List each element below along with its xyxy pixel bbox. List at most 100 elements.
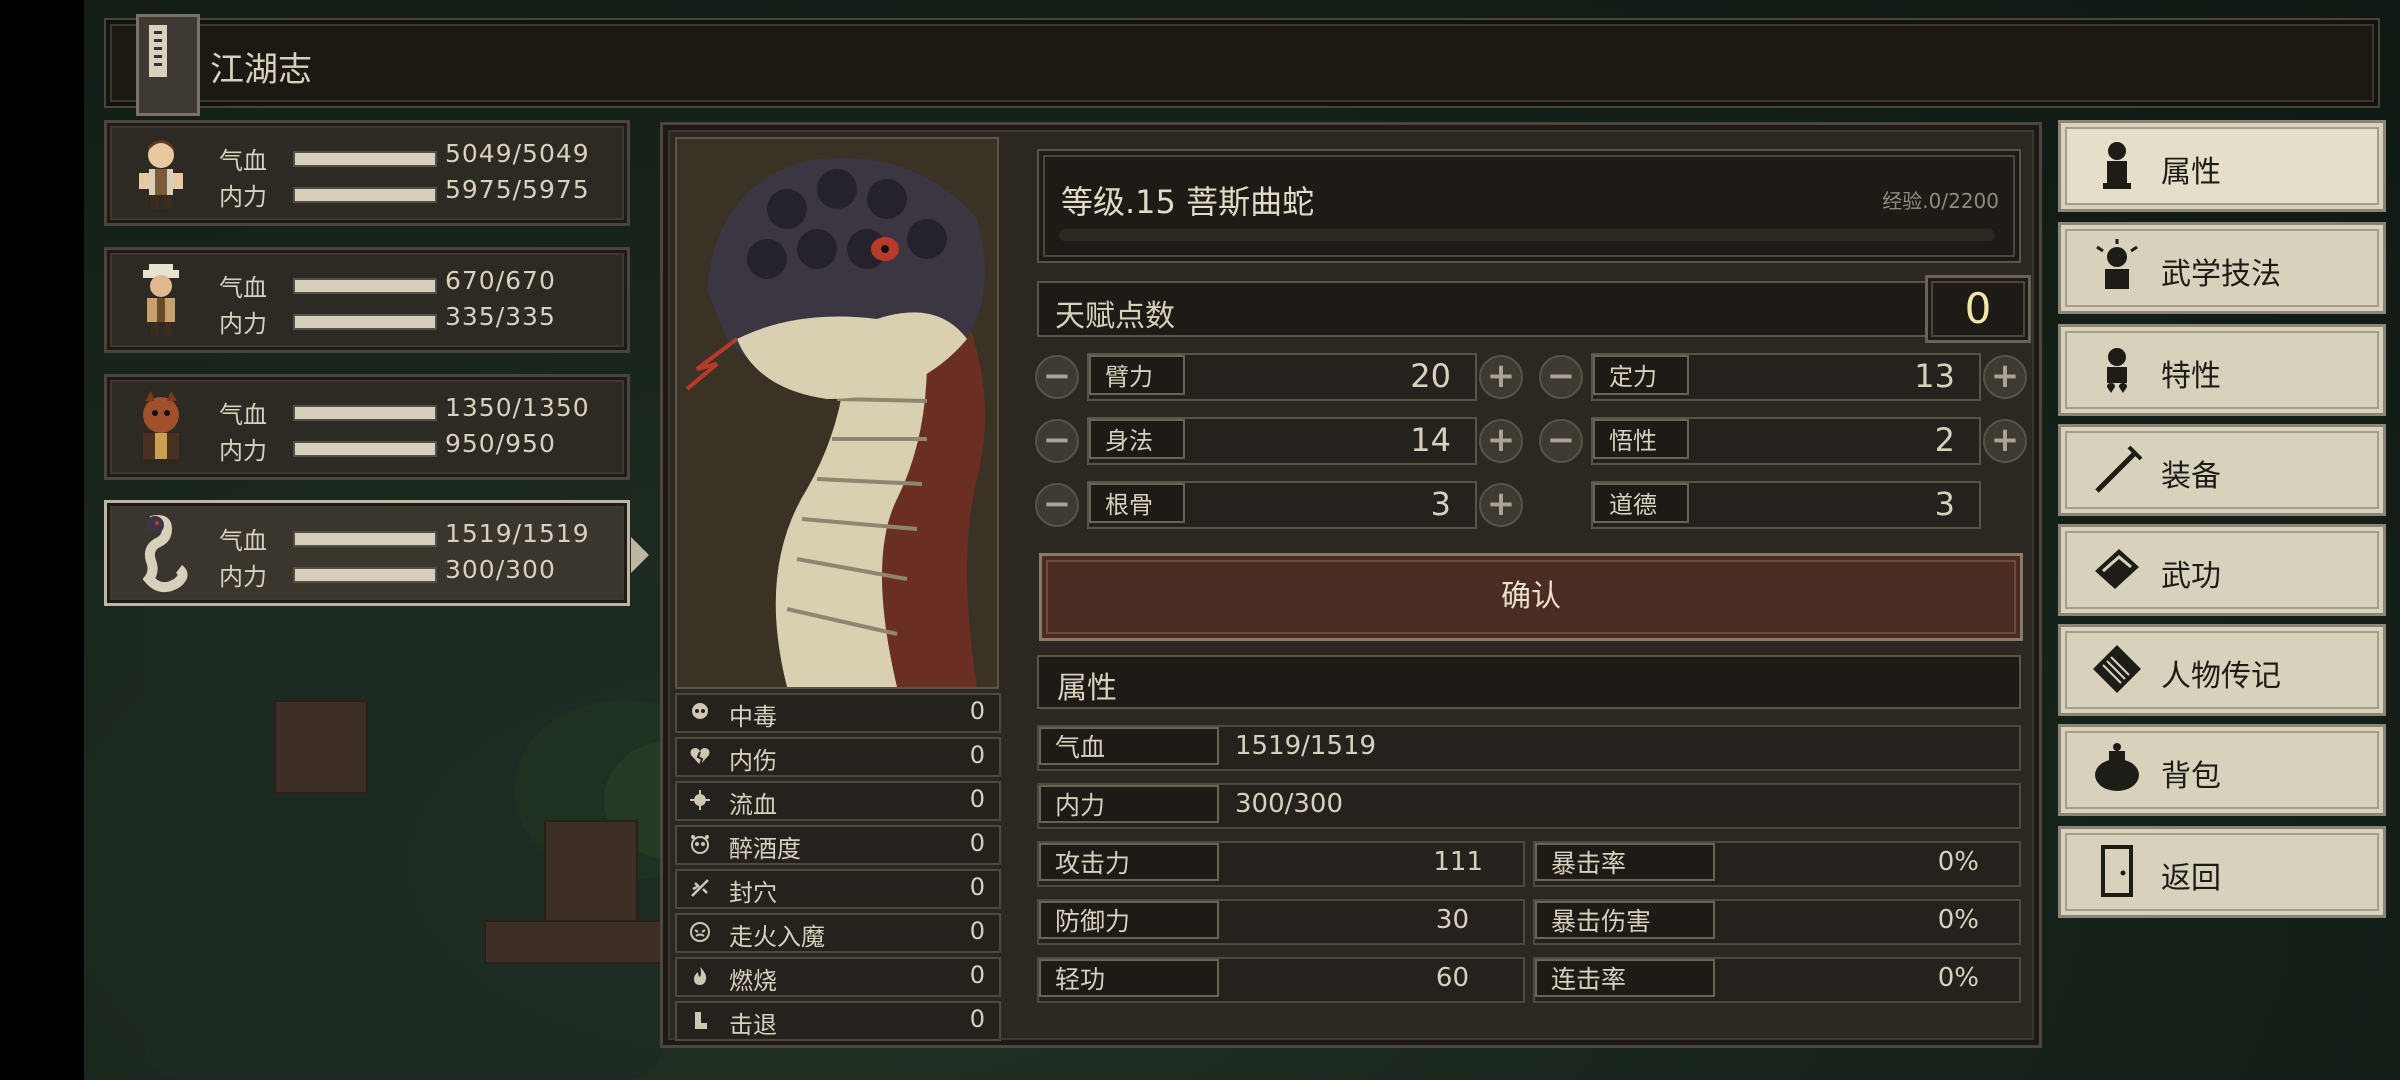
constitution-minus-button[interactable]: − [1035, 483, 1079, 527]
exp-bar [1059, 229, 1995, 241]
companion-avatar [143, 264, 179, 336]
status-value: 0 [969, 961, 985, 989]
attr-label: 道德 [1593, 483, 1689, 523]
mp-bar [293, 314, 437, 330]
focus-plus-button[interactable]: + [1983, 355, 2027, 399]
mp-label: 内力 [219, 437, 267, 465]
attr-row-label: 内力 [1039, 785, 1219, 823]
fire-icon [694, 967, 707, 985]
menu-equipment[interactable]: 装备 [2058, 424, 2386, 516]
menu-label: 人物传记 [2161, 659, 2281, 694]
constitution-plus-button[interactable]: + [1479, 483, 1523, 527]
hp-bar [293, 278, 437, 294]
confirm-button[interactable]: 确认 [1039, 553, 2023, 641]
attr-label: 身法 [1089, 419, 1185, 459]
trait-icon [2107, 348, 2127, 393]
menu-traits[interactable]: 特性 [2058, 324, 2386, 416]
talent-points-label: 天赋点数 [1055, 299, 1175, 334]
status-name: 流血 [729, 791, 777, 819]
status-value: 0 [969, 741, 985, 769]
insight-plus-button[interactable]: + [1983, 419, 2027, 463]
status-value: 0 [969, 873, 985, 901]
attr-row-value: 0% [1937, 963, 1979, 993]
attr-value: 20 [1410, 357, 1451, 395]
status-name: 击退 [729, 1011, 777, 1039]
broken-heart-icon [690, 748, 710, 766]
exp-text: 经验.0/2200 [1882, 189, 1999, 213]
attr-value: 13 [1914, 357, 1955, 395]
attr-label: 定力 [1593, 355, 1689, 395]
attr-value: 3 [1430, 485, 1451, 523]
blood-icon [690, 790, 710, 810]
status-row-knockback: 击退 0 [675, 1001, 1001, 1041]
menu-bag[interactable]: 背包 [2058, 724, 2386, 816]
biography-icon [2093, 645, 2141, 693]
status-row-internal-injury: 内伤 0 [675, 737, 1001, 777]
attr-row-combo-rate: 连击率 0% [1533, 957, 2021, 1003]
status-row-burning: 燃烧 0 [675, 957, 1001, 997]
menu-label: 武学技法 [2161, 257, 2281, 292]
hp-label: 气血 [219, 147, 267, 175]
attr-row-value: 1519/1519 [1235, 731, 1377, 761]
status-value: 0 [969, 697, 985, 725]
party-member-3[interactable]: 气血 1350/1350 内力 950/950 [104, 374, 630, 480]
attr-row-value: 0% [1937, 847, 1979, 877]
mp-value: 335/335 [445, 302, 556, 331]
menu-kungfu[interactable]: 武功 [2058, 524, 2386, 616]
snake-portrait [675, 137, 999, 689]
sword-icon [2095, 445, 2143, 493]
status-row-bleeding: 流血 0 [675, 781, 1001, 821]
status-row-sealed: 封穴 0 [675, 869, 1001, 909]
attributes-header: 属性 [1037, 655, 2021, 709]
menu-martial-skills[interactable]: 武学技法 [2058, 222, 2386, 314]
menu-label: 装备 [2161, 459, 2221, 494]
insight-attr: 悟性 2 [1591, 417, 1981, 465]
insight-minus-button[interactable]: − [1539, 419, 1583, 463]
attr-value: 14 [1410, 421, 1451, 459]
status-name: 封穴 [729, 879, 777, 907]
demon-icon [690, 922, 710, 942]
attr-row-value: 60 [1435, 963, 1469, 993]
menu-attributes[interactable]: 属性 [2058, 120, 2386, 212]
snake-avatar [142, 515, 188, 593]
status-row-drunk: 醉酒度 0 [675, 825, 1001, 865]
strength-minus-button[interactable]: − [1035, 355, 1079, 399]
door-icon [2101, 845, 2133, 897]
menu-back[interactable]: 返回 [2058, 826, 2386, 918]
party-member-4[interactable]: 气血 1519/1519 内力 300/300 [104, 500, 649, 606]
party-member-2[interactable]: 气血 670/670 内力 335/335 [104, 247, 630, 353]
mp-value: 950/950 [445, 429, 556, 458]
drunk-icon [691, 835, 709, 854]
status-row-poison: 中毒 0 [675, 693, 1001, 733]
focus-attr: 定力 13 [1591, 353, 1981, 401]
status-name: 走火入魔 [729, 923, 825, 951]
attr-label: 臂力 [1089, 355, 1185, 395]
agility-plus-button[interactable]: + [1479, 419, 1523, 463]
attr-value: 2 [1934, 421, 1955, 459]
attr-row-label: 暴击伤害 [1535, 901, 1715, 939]
mp-value: 300/300 [445, 555, 556, 584]
hp-label: 气血 [219, 274, 267, 302]
attr-row-crit-rate: 暴击率 0% [1533, 841, 2021, 887]
selected-pointer-icon [631, 537, 649, 573]
talent-points-value: 0 [1925, 275, 2031, 343]
menu-biography[interactable]: 人物传记 [2058, 624, 2386, 716]
mp-label: 内力 [219, 183, 267, 211]
focus-minus-button[interactable]: − [1539, 355, 1583, 399]
menu-label: 武功 [2161, 559, 2221, 594]
strength-plus-button[interactable]: + [1479, 355, 1523, 399]
attr-row-label: 暴击率 [1535, 843, 1715, 881]
attribute-icon [2103, 142, 2131, 189]
agility-minus-button[interactable]: − [1035, 419, 1079, 463]
hp-label: 气血 [219, 401, 267, 429]
attr-row-label: 攻击力 [1039, 843, 1219, 881]
party-member-1[interactable]: 气血 5049/5049 内力 5975/5975 [104, 120, 630, 226]
status-name: 醉酒度 [729, 835, 801, 863]
status-value: 0 [969, 785, 985, 813]
hp-value: 5049/5049 [445, 139, 590, 168]
skull-icon [692, 703, 708, 719]
attr-row-label: 气血 [1039, 727, 1219, 765]
mp-label: 内力 [219, 563, 267, 591]
attr-row-label: 连击率 [1535, 959, 1715, 997]
hp-bar [293, 405, 437, 421]
